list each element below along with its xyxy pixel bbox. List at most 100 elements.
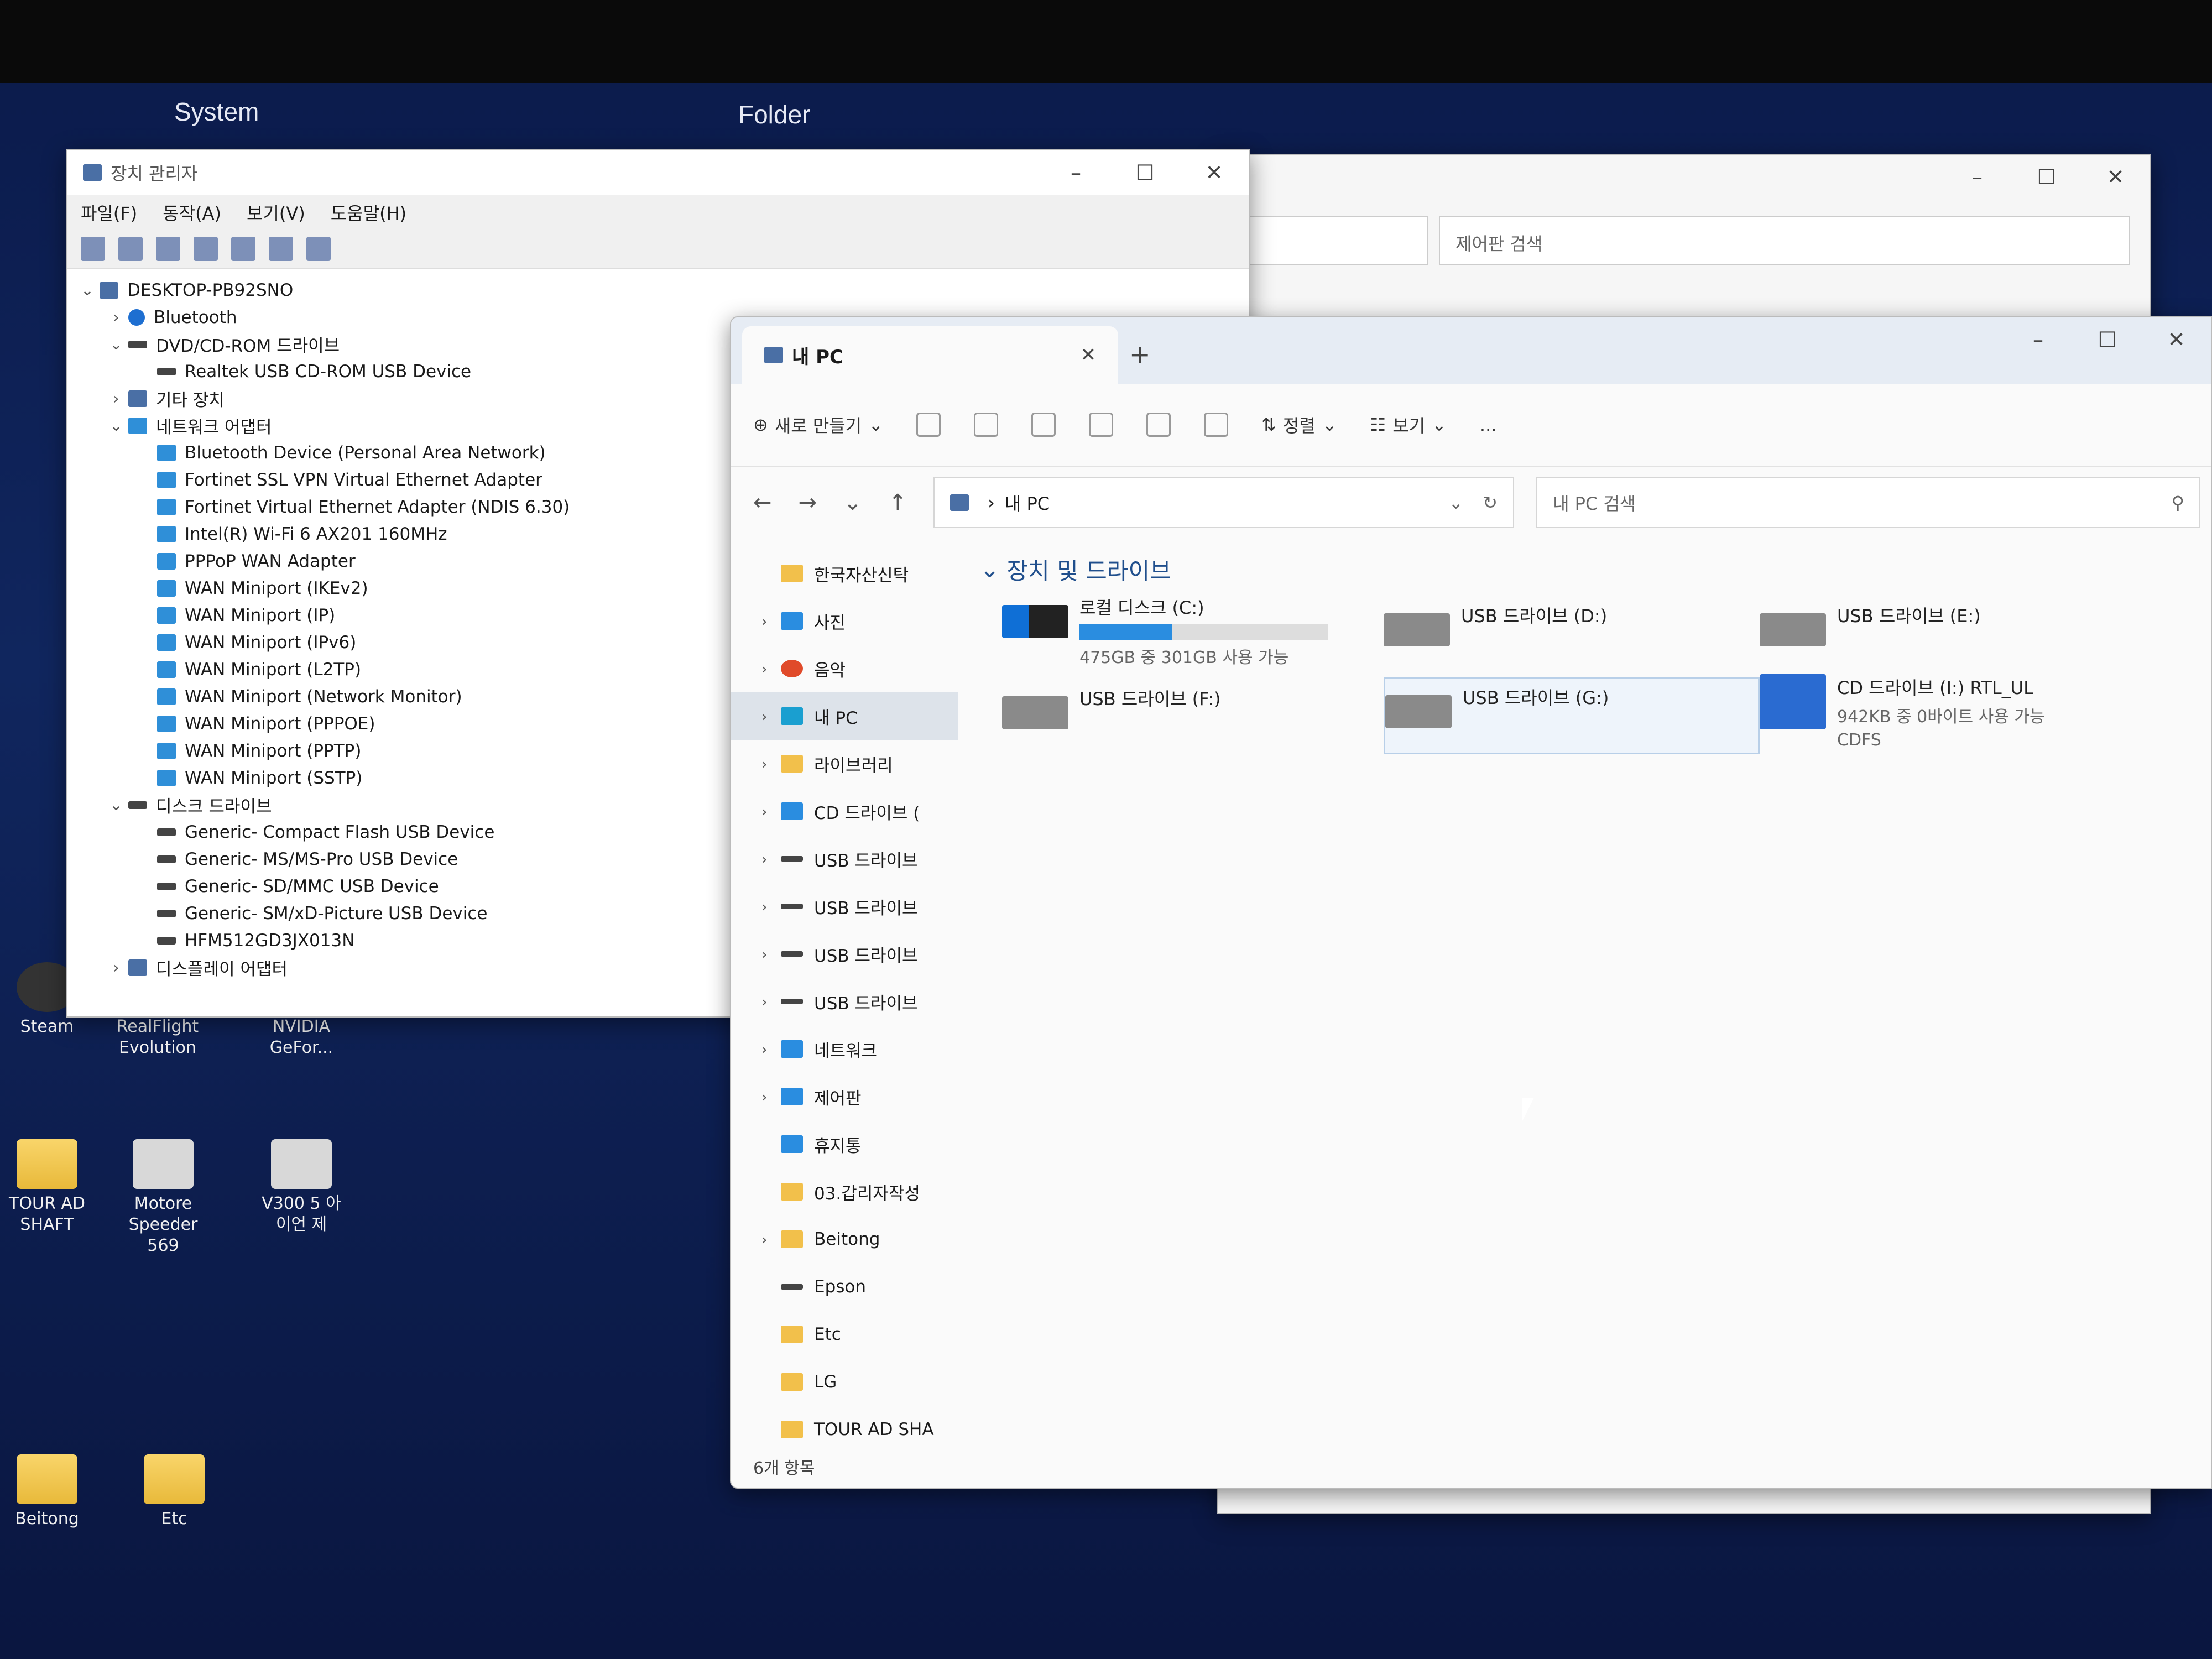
chevron-right-icon[interactable]: › bbox=[748, 898, 781, 916]
nav-item[interactable]: › 음악 bbox=[731, 645, 958, 692]
desktop-icon[interactable]: TOUR AD SHAFT bbox=[0, 1139, 94, 1235]
desktop-icon[interactable]: Beitong bbox=[0, 1454, 94, 1530]
nav-item[interactable]: › USB 드라이브 bbox=[731, 835, 958, 883]
minimize-icon[interactable]: – bbox=[2004, 317, 2073, 362]
desktop-icon[interactable]: Motore Speeder 569 bbox=[116, 1139, 210, 1256]
drive-tile[interactable]: 로컬 디스크 (C:) 475GB 중 301GB 사용 가능 bbox=[1002, 588, 1378, 667]
menu-item[interactable]: 동작(A) bbox=[163, 200, 221, 225]
menu-item[interactable]: 파일(F) bbox=[81, 200, 137, 225]
chevron-right-icon[interactable]: › bbox=[104, 308, 128, 326]
chevron-right-icon[interactable]: › bbox=[748, 850, 781, 868]
maximize-icon[interactable]: ☐ bbox=[2012, 155, 2081, 199]
section-header-devices[interactable]: ⌄ 장치 및 드라이브 bbox=[980, 550, 2211, 588]
monitor-icon[interactable] bbox=[306, 237, 331, 261]
nav-item[interactable]: › USB 드라이브 bbox=[731, 883, 958, 930]
desktop-icon[interactable]: V300 5 아이언 제 bbox=[254, 1139, 348, 1235]
address-dropdown-icon[interactable]: ⌄ bbox=[1448, 492, 1463, 513]
minimize-icon[interactable]: – bbox=[1041, 150, 1110, 195]
drive-icon bbox=[157, 855, 176, 863]
nav-item[interactable]: 03.갑리자작성 bbox=[731, 1168, 958, 1215]
drive-tile[interactable]: CD 드라이브 (I:) RTL_UL 942KB 중 0바이트 사용 가능 CDF… bbox=[1760, 669, 2136, 750]
sort-button[interactable]: ⇅ 정렬 ⌄ bbox=[1261, 412, 1337, 437]
menu-item[interactable]: 도움말(H) bbox=[331, 200, 406, 225]
nav-item[interactable]: › 제어판 bbox=[731, 1073, 958, 1120]
chevron-right-icon[interactable]: › bbox=[748, 1230, 781, 1249]
rename-button[interactable] bbox=[1089, 413, 1113, 437]
explorer-search-input[interactable]: 내 PC 검색 ⚲ bbox=[1536, 477, 2200, 528]
nav-item[interactable]: › USB 드라이브 bbox=[731, 978, 958, 1025]
chevron-right-icon[interactable]: › bbox=[748, 707, 781, 726]
paste-button[interactable] bbox=[1031, 413, 1056, 437]
maximize-icon[interactable]: ☐ bbox=[1110, 150, 1180, 195]
copy-button[interactable] bbox=[974, 413, 998, 437]
drive-icon bbox=[781, 856, 803, 862]
share-button[interactable] bbox=[1146, 413, 1171, 437]
menu-item[interactable]: 보기(V) bbox=[247, 200, 305, 225]
drive-info: USB 드라이브 (E:) bbox=[1837, 597, 1981, 674]
chevron-right-icon[interactable]: › bbox=[104, 958, 128, 977]
nav-item[interactable]: › 네트워크 bbox=[731, 1025, 958, 1073]
nav-item[interactable]: › 사진 bbox=[731, 597, 958, 645]
chevron-right-icon[interactable]: › bbox=[748, 660, 781, 678]
nav-item[interactable]: › Beitong bbox=[731, 1215, 958, 1263]
nav-item[interactable]: › 내 PC bbox=[731, 692, 958, 740]
tab-my-pc[interactable]: 내 PC ✕ bbox=[742, 326, 1118, 384]
chevron-down-icon[interactable]: ⌄ bbox=[104, 796, 128, 814]
drive-tile[interactable]: USB 드라이브 (G:) bbox=[1384, 677, 1760, 754]
properties-icon[interactable] bbox=[156, 237, 180, 261]
nav-item[interactable]: LG bbox=[731, 1358, 958, 1406]
drive-tile[interactable]: USB 드라이브 (F:) bbox=[1002, 680, 1378, 757]
forward-arrow-icon[interactable]: → bbox=[799, 490, 817, 515]
recent-chevron-icon[interactable]: ⌄ bbox=[843, 490, 862, 515]
chevron-right-icon[interactable]: › bbox=[748, 755, 781, 773]
chevron-right-icon[interactable]: › bbox=[748, 1040, 781, 1058]
chevron-right-icon[interactable]: › bbox=[748, 1088, 781, 1106]
nav-item[interactable]: 휴지통 bbox=[731, 1120, 958, 1168]
close-tab-icon[interactable]: ✕ bbox=[1081, 344, 1097, 366]
update-driver-icon[interactable] bbox=[269, 237, 293, 261]
system-item-icon bbox=[781, 1040, 803, 1058]
desktop-icon-label: RealFlight Evolution bbox=[116, 1017, 199, 1057]
music-icon bbox=[781, 660, 803, 677]
nav-item[interactable]: › 라이브러리 bbox=[731, 740, 958, 787]
forward-icon[interactable] bbox=[118, 237, 143, 261]
nav-item[interactable]: Etc bbox=[731, 1311, 958, 1358]
view-button[interactable]: ☷ 보기 ⌄ bbox=[1370, 412, 1447, 437]
refresh-icon[interactable]: ↻ bbox=[1483, 492, 1498, 513]
view-icon[interactable] bbox=[231, 237, 255, 261]
chevron-down-icon[interactable]: ⌄ bbox=[104, 416, 128, 435]
desktop-icon[interactable]: Etc bbox=[127, 1454, 221, 1530]
control-panel-search-input[interactable]: 제어판 검색 bbox=[1439, 216, 2130, 265]
chevron-down-icon[interactable]: ⌄ bbox=[104, 335, 128, 353]
chevron-right-icon[interactable]: › bbox=[104, 389, 128, 408]
back-icon[interactable] bbox=[81, 237, 105, 261]
nav-item[interactable]: Epson bbox=[731, 1263, 958, 1311]
nav-item[interactable]: › USB 드라이브 bbox=[731, 930, 958, 978]
back-arrow-icon[interactable]: ← bbox=[753, 490, 772, 515]
drive-tile[interactable]: USB 드라이브 (D:) bbox=[1384, 597, 1760, 674]
chevron-right-icon[interactable]: › bbox=[748, 993, 781, 1011]
new-button[interactable]: ⊕ 새로 만들기 ⌄ bbox=[753, 412, 883, 437]
address-bar[interactable]: › 내 PC ⌄ ↻ bbox=[933, 477, 1515, 528]
close-icon[interactable]: ✕ bbox=[1180, 150, 1249, 195]
minimize-icon[interactable]: – bbox=[1943, 155, 2012, 199]
up-arrow-icon[interactable]: ↑ bbox=[889, 490, 907, 515]
chevron-right-icon[interactable]: › bbox=[748, 612, 781, 630]
chevron-right-icon[interactable]: › bbox=[748, 802, 781, 821]
close-icon[interactable]: ✕ bbox=[2142, 317, 2211, 362]
nav-item[interactable]: 한국자산신탁 bbox=[731, 550, 958, 597]
delete-button[interactable] bbox=[1204, 413, 1228, 437]
cut-button[interactable] bbox=[916, 413, 941, 437]
chevron-right-icon[interactable]: › bbox=[748, 945, 781, 963]
close-icon[interactable]: ✕ bbox=[2081, 155, 2150, 199]
new-tab-icon[interactable]: + bbox=[1129, 340, 1151, 369]
nav-item[interactable]: › CD 드라이브 ( bbox=[731, 787, 958, 835]
file-explorer-window[interactable]: 내 PC ✕ + – ☐ ✕ ⊕ 새로 만들기 ⌄ ⇅ 정렬 ⌄ ☷ 보기 ⌄ bbox=[730, 316, 2212, 1489]
more-button[interactable]: ... bbox=[1480, 414, 1497, 435]
help-icon[interactable] bbox=[194, 237, 218, 261]
drive-tile[interactable]: USB 드라이브 (E:) bbox=[1760, 597, 2136, 674]
maximize-icon[interactable]: ☐ bbox=[2073, 317, 2142, 362]
tree-node[interactable]: ⌄ DESKTOP-PB92SNO bbox=[75, 276, 1249, 304]
chevron-down-icon[interactable]: ⌄ bbox=[75, 281, 100, 299]
nav-item[interactable]: TOUR AD SHA bbox=[731, 1406, 958, 1453]
